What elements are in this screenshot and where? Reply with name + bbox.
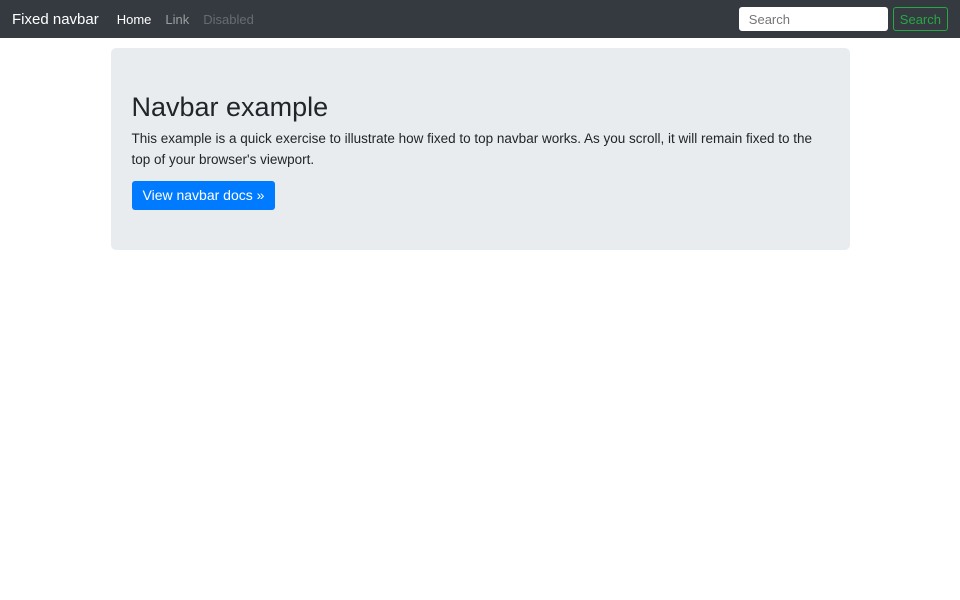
nav-item-home[interactable]: Home <box>110 12 159 27</box>
nav-item-link[interactable]: Link <box>158 12 196 27</box>
view-navbar-docs-button[interactable]: View navbar docs » <box>132 181 276 210</box>
search-button[interactable]: Search <box>893 7 948 31</box>
page-title: Navbar example <box>132 91 829 123</box>
navbar: Fixed navbar Home Link Disabled Search <box>0 0 960 38</box>
navbar-brand[interactable]: Fixed navbar <box>12 11 99 28</box>
navbar-nav: Home Link Disabled <box>110 12 261 27</box>
jumbotron-description: This example is a quick exercise to illu… <box>132 129 829 170</box>
nav-item-disabled: Disabled <box>196 12 261 27</box>
search-input[interactable] <box>739 7 888 31</box>
search-form: Search <box>739 7 948 31</box>
jumbotron: Navbar example This example is a quick e… <box>111 48 850 250</box>
